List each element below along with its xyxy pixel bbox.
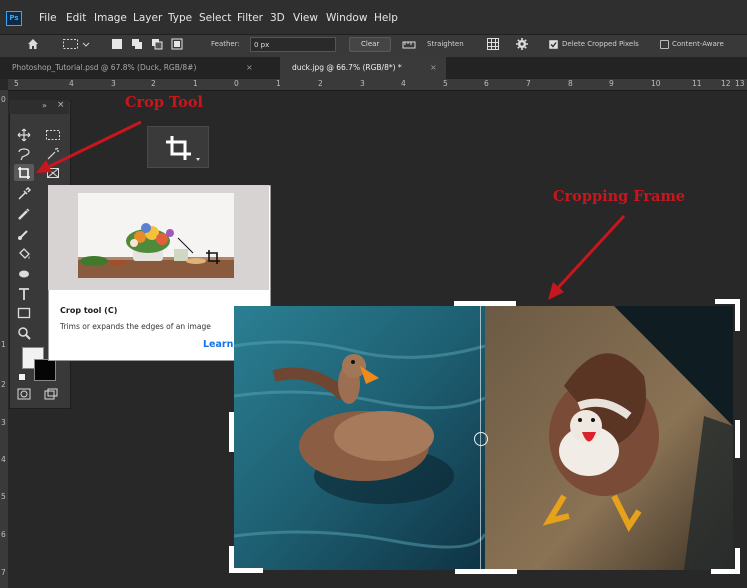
ruler-tick: 10 (651, 79, 661, 88)
ruler-tick: 12 (721, 79, 731, 88)
ruler-tick: 5 (1, 492, 6, 501)
ruler-tick: 3 (111, 79, 116, 88)
eyedropper-tool-icon[interactable] (14, 185, 34, 202)
crop-icon (166, 136, 200, 161)
crop-handle-bottom-middle[interactable] (455, 569, 517, 574)
feather-input[interactable]: 0 px (250, 37, 336, 52)
crop-tool-enlarged (147, 126, 209, 168)
ruler-tick: 0 (1, 95, 6, 104)
ruler-tick: 7 (1, 568, 6, 577)
crop-handle-top-middle[interactable] (454, 301, 516, 306)
ruler-vertical (0, 90, 8, 588)
content-aware-label: Content-Aware (672, 40, 724, 48)
straighten-icon[interactable] (402, 38, 416, 50)
default-colors-icon[interactable] (18, 373, 26, 381)
healing-brush-tool-icon[interactable] (14, 205, 34, 222)
ruler-tick: 4 (1, 455, 6, 464)
ruler-tick: 9 (609, 79, 614, 88)
ruler-tick: 3 (360, 79, 365, 88)
ruler-tick: 7 (526, 79, 531, 88)
ruler-tick: 13 (735, 79, 745, 88)
zoom-tool-icon[interactable] (14, 324, 34, 341)
menu-image[interactable]: Image (94, 12, 127, 24)
ruler-tick: 3 (1, 418, 6, 427)
paint-bucket-tool-icon[interactable] (14, 245, 34, 262)
crop-handle-bottom-left[interactable] (229, 568, 263, 573)
crop-tool-arrow (36, 120, 142, 173)
menu-file[interactable]: File (39, 12, 57, 24)
tab-label: Photoshop_Tutorial.psd @ 67.8% (Duck, RG… (12, 63, 197, 72)
ruler-tick: 5 (443, 79, 448, 88)
menu-select[interactable]: Select (199, 12, 231, 24)
menu-window[interactable]: Window (326, 12, 367, 24)
ruler-tick: 8 (568, 79, 573, 88)
feather-value: 0 px (254, 41, 270, 49)
tab-close-icon[interactable]: × (430, 57, 437, 79)
screen-mode-icon[interactable] (41, 385, 61, 402)
type-tool-icon[interactable] (14, 285, 34, 302)
tooltip-title: Crop tool (C) (60, 306, 118, 315)
dodge-tool-icon[interactable] (14, 265, 34, 282)
crop-settings-gear-icon[interactable] (515, 37, 529, 51)
tab-label: duck.jpg @ 66.7% (RGB/8*) * (292, 63, 402, 72)
tab-photoshop-tutorial[interactable]: Photoshop_Tutorial.psd @ 67.8% (Duck, RG… (0, 57, 270, 79)
close-panel-icon[interactable]: × (57, 100, 65, 110)
menu-type[interactable]: Type (168, 12, 192, 24)
ruler-tick: 0 (234, 79, 239, 88)
rectangle-tool-icon[interactable] (14, 304, 34, 321)
ruler-horizontal (8, 79, 747, 91)
overlay-grid-icon[interactable] (486, 37, 500, 51)
crop-handle-top-right-vertical[interactable] (735, 299, 740, 331)
ruler-tick: 4 (69, 79, 74, 88)
ruler-tick: 4 (401, 79, 406, 88)
photoshop-logo-icon[interactable]: Ps (6, 11, 22, 26)
canvas-image[interactable] (234, 306, 733, 570)
collapse-panel-icon[interactable]: » (42, 101, 47, 110)
ruler-tick: 6 (484, 79, 489, 88)
ruler-tick: 2 (318, 79, 323, 88)
crop-handle-left-middle[interactable] (229, 412, 234, 452)
tools-panel-header: » × (9, 100, 69, 114)
ruler-tick: 2 (151, 79, 156, 88)
tooltip-description: Trims or expands the edges of an image (60, 322, 211, 331)
crop-handle-top-left[interactable] (230, 304, 234, 316)
cropping-frame-arrow (548, 214, 626, 300)
feather-label: Feather: (211, 40, 240, 48)
crop-center-marker-icon (474, 432, 488, 446)
menu-view[interactable]: View (293, 12, 318, 24)
ruler-tick: 1 (1, 340, 6, 349)
marquee-preset-icon[interactable] (62, 37, 94, 51)
menu-layer[interactable]: Layer (133, 12, 162, 24)
tooltip-preview-image (78, 193, 234, 278)
ruler-tick: 6 (1, 530, 6, 539)
crop-handle-right-middle[interactable] (735, 420, 740, 458)
ruler-tick: 11 (692, 79, 702, 88)
cropping-frame-annotation: Cropping Frame (553, 188, 686, 205)
crop-handle-bottom-right-vertical[interactable] (735, 548, 740, 574)
tab-duck-jpg[interactable]: duck.jpg @ 66.7% (RGB/8*) * × (280, 57, 446, 79)
background-color-swatch[interactable] (34, 359, 56, 381)
ruler-tick: 5 (14, 79, 19, 88)
content-aware-checkbox[interactable] (660, 40, 669, 49)
quick-mask-icon[interactable] (14, 385, 34, 402)
delete-cropped-label: Delete Cropped Pixels (562, 40, 639, 48)
menu-filter[interactable]: Filter (237, 12, 263, 24)
home-icon[interactable] (27, 38, 39, 50)
clear-button-label: Clear (361, 40, 380, 48)
tab-close-icon[interactable]: × (246, 57, 253, 79)
selection-mode-icons[interactable] (110, 38, 190, 50)
menu-help[interactable]: Help (374, 12, 398, 24)
menu-3d[interactable]: 3D (270, 12, 285, 24)
ruler-tick: 1 (193, 79, 198, 88)
crop-tool-annotation: Crop Tool (125, 94, 204, 111)
delete-cropped-checkbox[interactable] (549, 40, 558, 49)
straighten-label[interactable]: Straighten (427, 40, 464, 49)
menu-edit[interactable]: Edit (66, 12, 86, 24)
ruler-tick: 1 (276, 79, 281, 88)
brush-tool-icon[interactable] (14, 225, 34, 242)
ruler-tick: 2 (1, 380, 6, 389)
clear-button[interactable]: Clear (349, 37, 391, 52)
